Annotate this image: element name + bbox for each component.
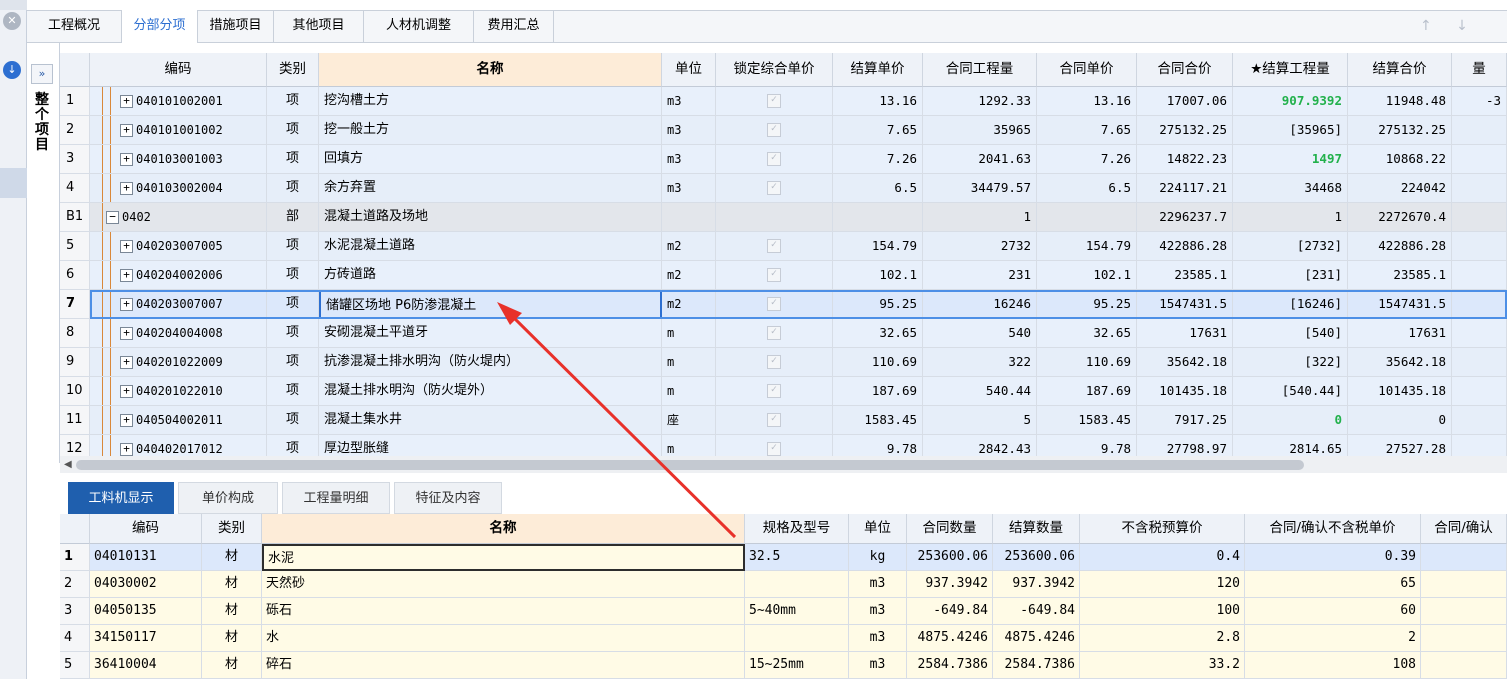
annotation-arrow-line (506, 310, 737, 539)
annotation-arrow-icon (497, 302, 737, 539)
